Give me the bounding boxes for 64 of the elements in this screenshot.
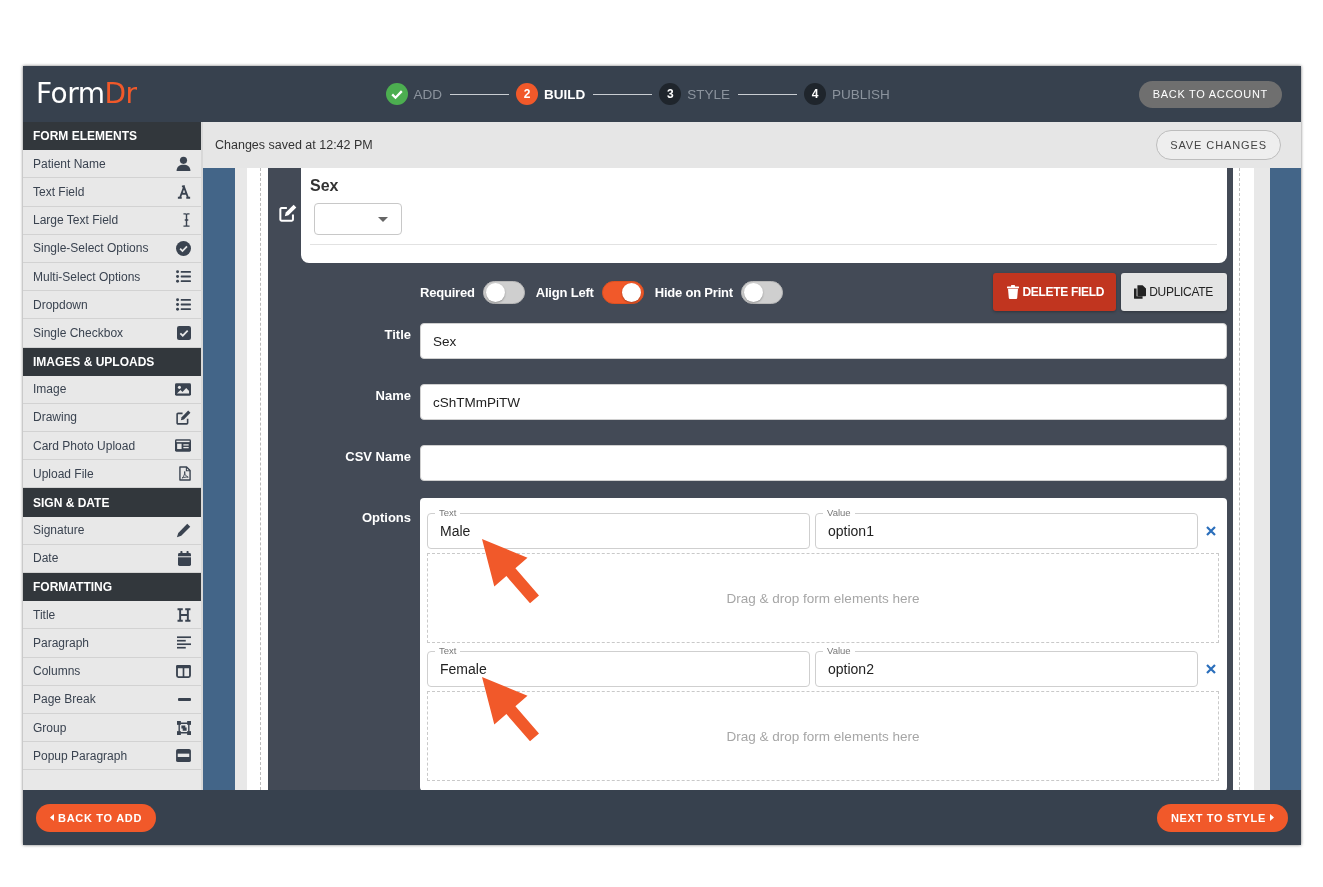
- field-title: Sex: [310, 177, 339, 194]
- minus-icon: [178, 697, 191, 701]
- object-group-icon: [177, 720, 191, 735]
- close-icon[interactable]: [1206, 526, 1216, 536]
- step-label: PUBLISH: [832, 86, 890, 102]
- duplicate-button[interactable]: DUPLICATE: [1121, 273, 1227, 311]
- pdf-file-icon: [179, 466, 191, 482]
- toggle-label: Hide on Print: [654, 284, 733, 300]
- text-input[interactable]: [420, 445, 1227, 481]
- heading-icon: [177, 607, 191, 622]
- drop-hint: Drag & drop form elements here: [726, 728, 920, 744]
- columns-icon: [176, 664, 191, 678]
- checkbox-icon: [177, 325, 191, 340]
- save-changes-button[interactable]: SAVE CHANGES: [1156, 130, 1281, 160]
- list-icon: [176, 298, 191, 312]
- toggle-switch[interactable]: [601, 280, 644, 304]
- text-cursor-icon: [182, 213, 191, 228]
- calendar-icon: [178, 550, 191, 566]
- caret-icon: [50, 814, 54, 821]
- step-number: 4: [804, 83, 827, 105]
- sidebar-section-header: FORM ELEMENTS: [23, 122, 201, 151]
- field-label: Name: [375, 387, 411, 404]
- close-icon[interactable]: [1206, 664, 1216, 674]
- list-icon: [176, 270, 191, 284]
- caret-icon: [1270, 814, 1274, 821]
- app-logo: FormDr: [36, 77, 137, 111]
- text-input[interactable]: Sex: [420, 323, 1227, 359]
- field-label: Title: [384, 326, 411, 343]
- sidebar-section-header: FORMATTING: [23, 573, 201, 602]
- pencil-icon: [176, 522, 191, 538]
- save-status: Changes saved at 12:42 PM: [215, 138, 373, 152]
- toggle-switch[interactable]: [482, 280, 525, 304]
- step-label: BUILD: [544, 86, 586, 102]
- trash-icon: [1007, 285, 1020, 299]
- font-icon: [177, 184, 191, 199]
- toggle-label: Required: [420, 284, 475, 300]
- image-icon: [175, 382, 191, 396]
- sidebar-section-header: SIGN & DATE: [23, 488, 201, 517]
- sidebar-section-header: IMAGES & UPLOADS: [23, 347, 201, 376]
- user-icon: [176, 156, 191, 172]
- step-number: 2: [516, 83, 539, 105]
- delete-field-button[interactable]: DELETE FIELD: [993, 273, 1117, 311]
- id-card-icon: [175, 439, 191, 453]
- step-number: 3: [659, 83, 682, 105]
- field-label: Options: [361, 509, 411, 526]
- edit-icon[interactable]: [279, 204, 297, 222]
- edit-icon: [176, 409, 191, 425]
- align-left-icon: [177, 636, 191, 650]
- toggle-switch[interactable]: [741, 280, 783, 304]
- field-label: CSV Name: [345, 448, 411, 465]
- toggle-label: Align Left: [535, 284, 594, 300]
- copy-icon: [1134, 285, 1147, 299]
- step-label: ADD: [413, 86, 443, 102]
- drop-hint: Drag & drop form elements here: [726, 590, 920, 606]
- input-caption: Text: [435, 507, 461, 518]
- input-caption: Value: [823, 507, 855, 518]
- step-label: STYLE: [687, 86, 731, 102]
- back-to-account-button[interactable]: BACK TO ACCOUNT: [1138, 80, 1282, 108]
- caret-icon: [378, 216, 388, 222]
- window-icon: [176, 749, 191, 763]
- input-caption: Value: [823, 645, 855, 656]
- check-circle-icon: [176, 240, 191, 256]
- text-input[interactable]: cShTMmPiTW: [420, 384, 1227, 420]
- input-caption: Text: [435, 645, 461, 656]
